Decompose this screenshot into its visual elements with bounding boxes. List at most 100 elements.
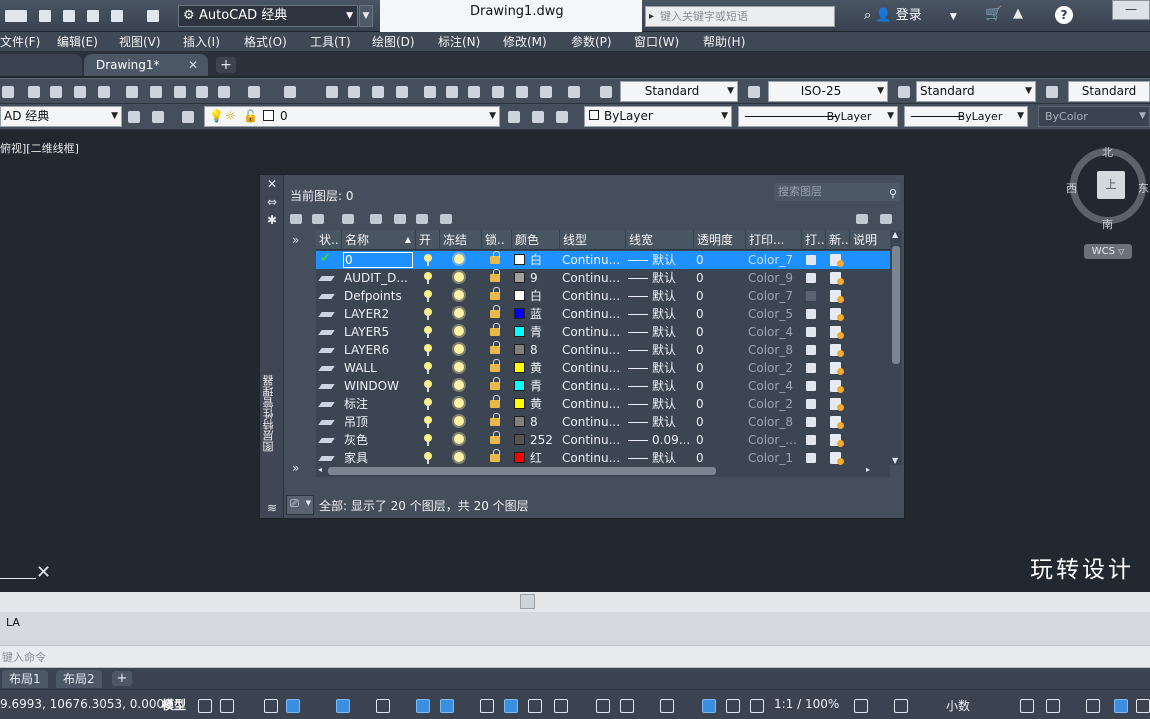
layer-name[interactable]: WINDOW bbox=[344, 377, 416, 395]
layer-row[interactable]: LAYER2 蓝 Continu... 默认 0 Color_5 bbox=[316, 305, 890, 323]
layer-transparency[interactable]: 0 bbox=[696, 305, 736, 323]
bulb-icon[interactable] bbox=[424, 434, 432, 446]
color-swatch[interactable] bbox=[514, 362, 525, 373]
layer-linetype[interactable]: Continu... bbox=[562, 305, 624, 323]
refresh-icon[interactable] bbox=[854, 211, 870, 227]
layer-lineweight[interactable]: 0.09... bbox=[652, 431, 694, 449]
viewcube-top-face[interactable]: 上 bbox=[1097, 171, 1125, 199]
open-file-icon[interactable] bbox=[12, 7, 30, 25]
layer-states-manager-icon[interactable] bbox=[340, 211, 356, 227]
bulb-icon[interactable] bbox=[424, 326, 432, 338]
gear-icon[interactable] bbox=[852, 697, 868, 713]
sun-icon[interactable] bbox=[454, 380, 464, 390]
layer-lineweight[interactable]: 默认 bbox=[652, 251, 694, 269]
print-icon[interactable] bbox=[26, 84, 42, 100]
layer-dropdown[interactable]: 💡 ☼ 🔓 0 ▼ bbox=[204, 106, 500, 127]
sun-icon[interactable] bbox=[454, 254, 464, 264]
layer-transparency[interactable]: 0 bbox=[696, 323, 736, 341]
printer-icon[interactable] bbox=[806, 291, 816, 301]
cart-icon[interactable]: 🛒 bbox=[985, 6, 1002, 22]
new-vp-freeze-icon[interactable] bbox=[830, 326, 844, 339]
3d-dwf-icon[interactable] bbox=[96, 84, 112, 100]
printer-icon[interactable] bbox=[806, 453, 816, 463]
layer-linetype[interactable]: Continu... bbox=[562, 359, 624, 377]
printer-icon[interactable] bbox=[806, 345, 816, 355]
layer-states-icon[interactable] bbox=[554, 109, 570, 125]
layer-linetype[interactable]: Continu... bbox=[562, 323, 624, 341]
clean-screen-icon[interactable] bbox=[1134, 697, 1150, 713]
lock-icon[interactable] bbox=[490, 323, 500, 336]
printer-icon[interactable] bbox=[806, 417, 816, 427]
layer-linetype[interactable]: Continu... bbox=[562, 269, 624, 287]
col-description[interactable]: 说明 bbox=[850, 230, 890, 250]
layer-name[interactable]: 灰色 bbox=[344, 431, 416, 449]
command-line-splitter[interactable] bbox=[0, 592, 1150, 612]
sheet-set-icon[interactable] bbox=[490, 84, 506, 100]
table-style-dropdown[interactable]: Standard ▼ bbox=[916, 81, 1036, 102]
printer-icon[interactable] bbox=[806, 363, 816, 373]
layer-previous-icon[interactable] bbox=[530, 109, 546, 125]
save-icon[interactable] bbox=[36, 7, 54, 25]
layer-color-name[interactable]: 9 bbox=[530, 269, 560, 287]
layer-name[interactable]: 吊顶 bbox=[344, 413, 416, 431]
minimize-button[interactable]: — bbox=[1112, 0, 1150, 20]
selection-filter-icon[interactable] bbox=[618, 697, 634, 713]
close-icon[interactable]: ✕ bbox=[265, 177, 279, 191]
lock-icon[interactable] bbox=[490, 287, 500, 300]
new-vp-freeze-icon[interactable] bbox=[830, 308, 844, 321]
layer-color-name[interactable]: 青 bbox=[530, 377, 560, 395]
col-on[interactable]: 开 bbox=[416, 230, 440, 250]
layer-linetype[interactable]: Continu... bbox=[562, 251, 624, 269]
scroll-up-icon[interactable]: ▲ bbox=[892, 230, 898, 239]
layer-transparency[interactable]: 0 bbox=[696, 413, 736, 431]
color-swatch[interactable] bbox=[514, 308, 525, 319]
new-vp-freeze-icon[interactable] bbox=[830, 434, 844, 447]
color-swatch[interactable] bbox=[514, 290, 525, 301]
scroll-down-icon[interactable]: ▼ bbox=[892, 456, 898, 465]
layer-name[interactable]: LAYER6 bbox=[344, 341, 416, 359]
hardware-acceleration-icon[interactable] bbox=[1112, 697, 1128, 713]
color-swatch[interactable] bbox=[514, 380, 525, 391]
command-input[interactable]: 键入命令 bbox=[0, 646, 1150, 668]
redo-icon[interactable] bbox=[282, 84, 298, 100]
layer-name[interactable]: 标注 bbox=[344, 395, 416, 413]
gear-icon[interactable] bbox=[126, 109, 142, 125]
bulb-icon[interactable] bbox=[424, 272, 432, 284]
copy-icon[interactable] bbox=[148, 84, 164, 100]
login-button[interactable]: ⌕ 👤 登录 ▼ bbox=[864, 6, 979, 26]
new-vp-freeze-icon[interactable] bbox=[830, 380, 844, 393]
redo-icon[interactable] bbox=[144, 7, 162, 25]
sun-icon[interactable] bbox=[454, 416, 464, 426]
layer-transparency[interactable]: 0 bbox=[696, 269, 736, 287]
printer-icon[interactable] bbox=[806, 327, 816, 337]
menu-window[interactable]: 窗口(W) bbox=[634, 32, 679, 52]
menu-view[interactable]: 视图(V) bbox=[119, 32, 161, 52]
printer-icon[interactable] bbox=[806, 309, 816, 319]
col-transparency[interactable]: 透明度 bbox=[694, 230, 746, 250]
layer-transparency[interactable]: 0 bbox=[696, 359, 736, 377]
layer-name[interactable]: Defpoints bbox=[344, 287, 416, 305]
new-layout-button[interactable]: + bbox=[112, 671, 132, 686]
printer-icon[interactable] bbox=[806, 381, 816, 391]
layer-color-name[interactable]: 8 bbox=[530, 341, 560, 359]
layer-color-name[interactable]: 蓝 bbox=[530, 305, 560, 323]
sun-icon[interactable] bbox=[454, 308, 464, 318]
close-icon[interactable]: ✕ bbox=[188, 54, 198, 76]
transparency-icon[interactable] bbox=[502, 697, 518, 713]
sun-icon[interactable] bbox=[454, 434, 464, 444]
layer-linetype[interactable]: Continu... bbox=[562, 395, 624, 413]
isometric-icon[interactable] bbox=[374, 697, 390, 713]
menu-parametric[interactable]: 参数(P) bbox=[571, 32, 612, 52]
annotation-visibility-icon[interactable] bbox=[700, 697, 716, 713]
new-property-filter-icon[interactable] bbox=[288, 211, 304, 227]
plot-icon[interactable] bbox=[84, 7, 102, 25]
col-lineweight[interactable]: 线宽 bbox=[626, 230, 694, 250]
layer-row[interactable]: ✔ 0 白 Continu... 默认 0 Color_7 bbox=[316, 251, 890, 269]
lock-icon[interactable] bbox=[490, 251, 500, 264]
menu-file[interactable]: 文件(F) bbox=[0, 32, 40, 52]
menu-modify[interactable]: 修改(M) bbox=[503, 32, 547, 52]
layer-linetype[interactable]: Continu... bbox=[562, 341, 624, 359]
layer-lineweight[interactable]: 默认 bbox=[652, 341, 694, 359]
multileader-style-dropdown[interactable]: Standard bbox=[1068, 81, 1150, 102]
undo-icon[interactable] bbox=[246, 84, 262, 100]
